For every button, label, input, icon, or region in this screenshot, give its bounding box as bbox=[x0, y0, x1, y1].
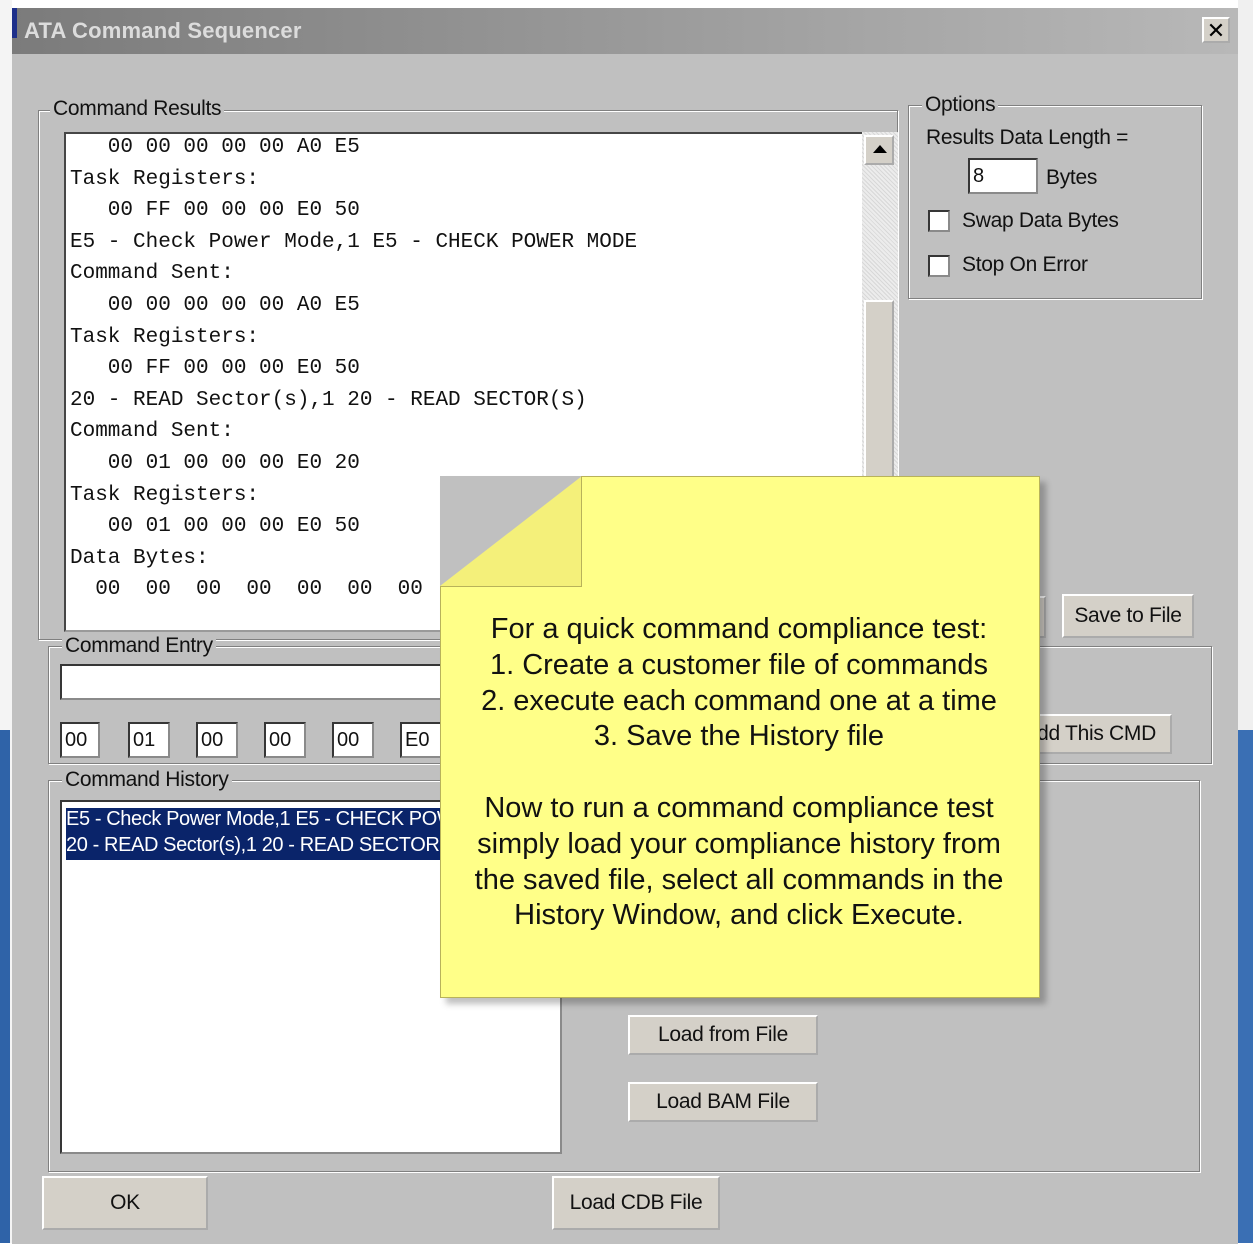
results-line: Task Registers: bbox=[70, 325, 260, 349]
byte-field-4[interactable]: 00 bbox=[264, 722, 306, 758]
results-line: Data Bytes: bbox=[70, 546, 209, 570]
title-bar: ATA Command Sequencer bbox=[12, 8, 1238, 54]
close-icon: ✕ bbox=[1206, 18, 1226, 43]
byte-field-5[interactable]: 00 bbox=[332, 722, 374, 758]
command-entry-label: Command Entry bbox=[62, 634, 216, 658]
note-line: 2. execute each command one at a time bbox=[481, 684, 997, 717]
note-line: 1. Create a customer file of commands bbox=[489, 648, 989, 681]
desktop-background-blue-right bbox=[1238, 730, 1253, 1243]
bytes-label: Bytes bbox=[1046, 166, 1098, 189]
byte-field-1[interactable]: 00 bbox=[60, 722, 100, 758]
note-line: 3. Save the History file bbox=[593, 720, 885, 753]
results-line: Task Registers: bbox=[70, 483, 260, 507]
stop-on-error-label: Stop On Error bbox=[962, 253, 1088, 276]
results-line: 00 FF 00 00 00 E0 50 bbox=[70, 199, 360, 223]
note-fold-edge bbox=[581, 476, 582, 586]
close-button[interactable]: ✕ bbox=[1202, 17, 1230, 43]
swap-data-bytes-checkbox[interactable] bbox=[928, 210, 950, 232]
note-line: Now to run a command compliance test bbox=[484, 791, 994, 824]
results-line: 00 FF 00 00 00 E0 50 bbox=[70, 357, 360, 381]
byte-field-3[interactable]: 00 bbox=[196, 722, 238, 758]
note-text: For a quick command compliance test: 1. … bbox=[444, 612, 1034, 934]
results-line: 00 00 00 00 00 A0 E5 bbox=[70, 294, 360, 317]
results-line: 00 01 00 00 00 E0 20 bbox=[70, 452, 360, 475]
scroll-thumb[interactable] bbox=[864, 300, 894, 500]
byte-field-2[interactable]: 01 bbox=[128, 722, 170, 758]
ok-button[interactable]: OK bbox=[42, 1176, 208, 1230]
note-line: the saved file, select all commands in t… bbox=[474, 863, 1004, 896]
note-fold-triangle bbox=[440, 476, 582, 586]
results-line: 00 00 00 00 00 A0 E5 bbox=[70, 136, 360, 159]
results-line: 20 - READ Sector(s),1 20 - READ SECTOR(S… bbox=[70, 388, 587, 412]
results-length-input[interactable]: 8 bbox=[968, 158, 1038, 194]
save-to-file-button[interactable]: Save to File bbox=[1062, 594, 1194, 638]
note-line bbox=[444, 755, 1034, 791]
desktop-background-right bbox=[1238, 0, 1253, 730]
add-this-cmd-button[interactable]: dd This CMD bbox=[1030, 714, 1172, 754]
note-line: For a quick command compliance test: bbox=[490, 613, 988, 645]
options-label: Options bbox=[922, 93, 999, 117]
scroll-up-button[interactable] bbox=[864, 135, 894, 165]
command-entry-input[interactable] bbox=[60, 664, 480, 700]
note-fold-edge bbox=[440, 586, 582, 587]
results-line: Command Sent: bbox=[70, 420, 234, 444]
load-from-file-button[interactable]: Load from File bbox=[628, 1015, 818, 1055]
command-results-label: Command Results bbox=[50, 97, 225, 121]
results-line: E5 - Check Power Mode,1 E5 - CHECK POWER… bbox=[70, 230, 638, 254]
swap-data-bytes-label: Swap Data Bytes bbox=[962, 209, 1119, 232]
note-line: History Window, and click Execute. bbox=[514, 899, 964, 932]
load-cdb-file-button[interactable]: Load CDB File bbox=[552, 1176, 720, 1230]
results-line: 00 00 00 00 00 00 00 bbox=[70, 578, 423, 602]
note-line: simply load your compliance history from bbox=[477, 827, 1001, 860]
stop-on-error-checkbox[interactable] bbox=[928, 255, 950, 277]
history-item[interactable]: 20 - READ Sector(s),1 20 - READ SECTOR(S… bbox=[66, 834, 495, 860]
window-title: ATA Command Sequencer bbox=[24, 18, 302, 43]
desktop-background-blue-left bbox=[0, 730, 10, 1243]
results-length-label: Results Data Length = bbox=[926, 126, 1129, 149]
load-bam-file-button[interactable]: Load BAM File bbox=[628, 1082, 818, 1122]
results-line: 00 01 00 00 00 E0 50 bbox=[70, 515, 360, 539]
results-line: Command Sent: bbox=[70, 262, 234, 286]
title-accent bbox=[12, 8, 17, 38]
byte-field-6[interactable]: E0 bbox=[400, 722, 442, 758]
results-line: Task Registers: bbox=[70, 167, 260, 191]
command-history-label: Command History bbox=[62, 768, 232, 792]
